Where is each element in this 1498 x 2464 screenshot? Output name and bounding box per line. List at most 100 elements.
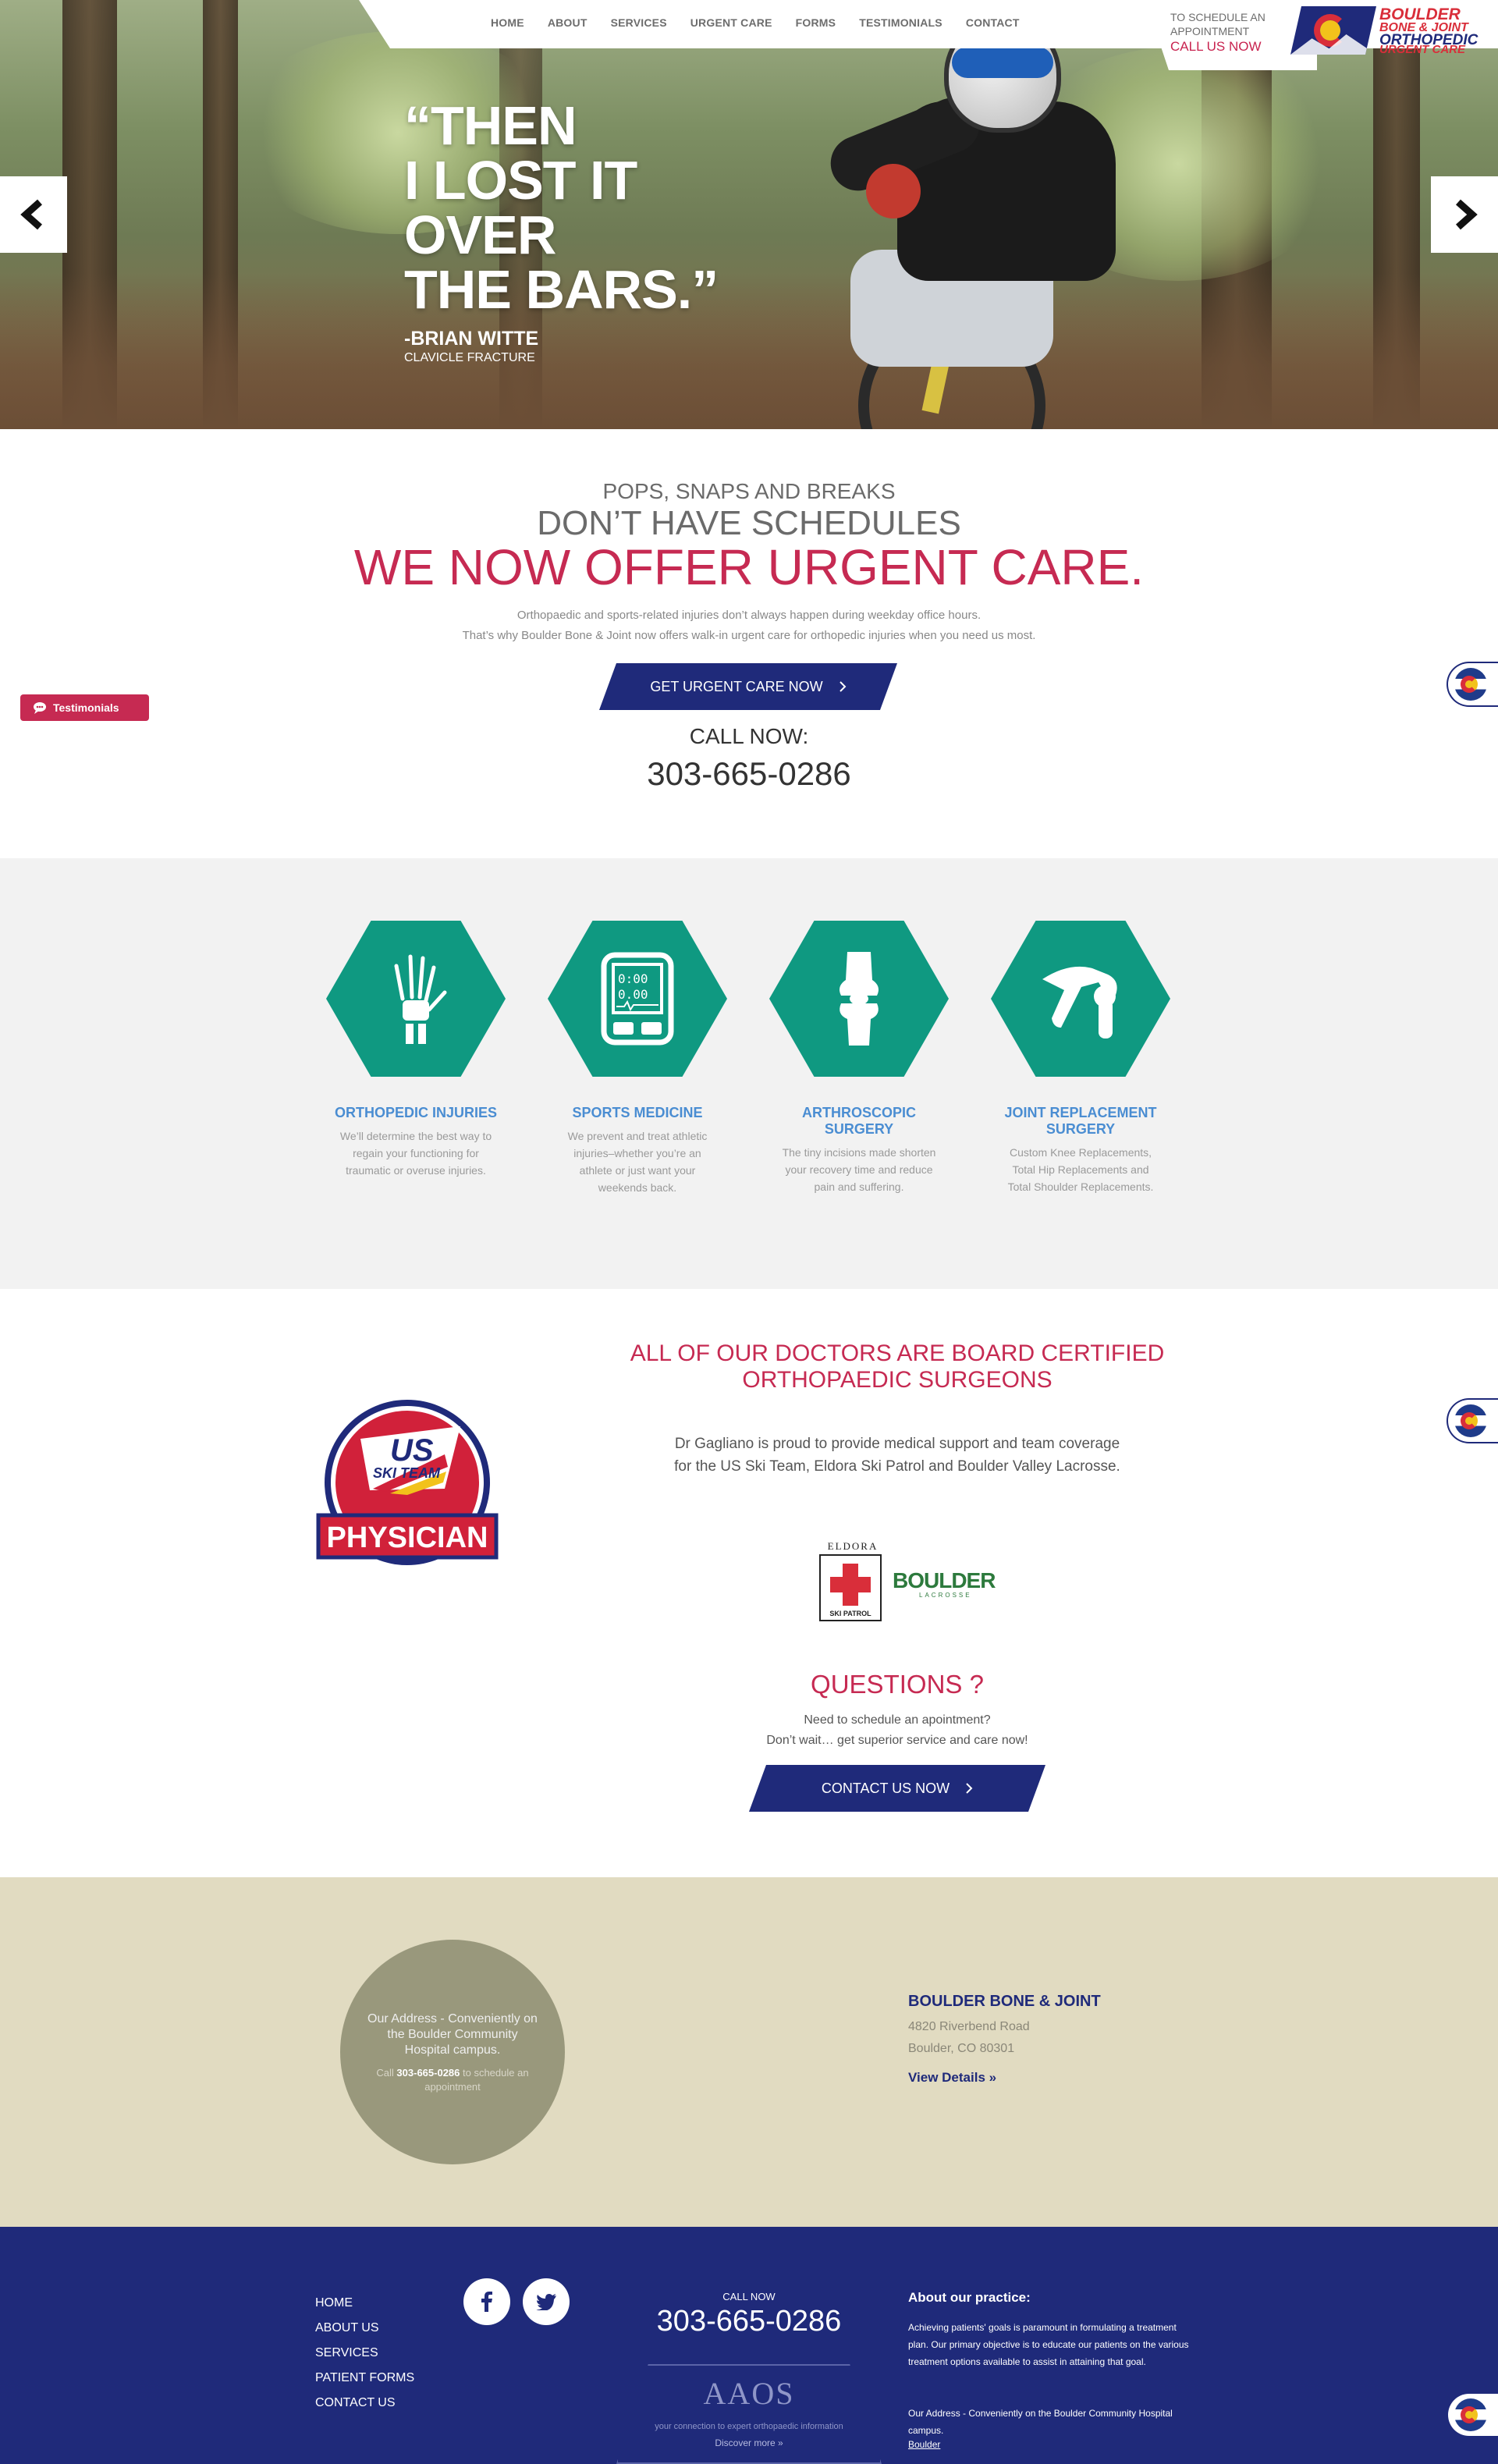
- nav-item-home[interactable]: HOME: [479, 16, 536, 29]
- service-title[interactable]: JOINT REPLACEMENT SURGERY: [991, 1105, 1170, 1138]
- phone-number[interactable]: 303-665-0286: [0, 755, 1498, 793]
- service-hexagon[interactable]: [769, 921, 949, 1077]
- footer-link-contact[interactable]: CONTACT US: [315, 2391, 414, 2416]
- service-title[interactable]: ORTHOPEDIC INJURIES: [326, 1105, 506, 1121]
- about-practice-title: About our practice:: [908, 2290, 1031, 2305]
- site-logo[interactable]: BOULDER BONE & JOINT ORTHOPEDIC URGENT C…: [1290, 6, 1490, 55]
- service-card-joint-replacement: JOINT REPLACEMENT SURGERY Custom Knee Re…: [991, 921, 1170, 1195]
- hero-quote: “THEN I LOST IT OVER THE BARS.”: [404, 98, 719, 320]
- twitter-button[interactable]: [523, 2278, 570, 2325]
- about-practice-text: Achieving patients' goals is paramount i…: [908, 2322, 1189, 2367]
- questions-line: Don’t wait… get superior service and car…: [766, 1734, 1028, 1747]
- button-label: CONTACT US NOW: [821, 1780, 950, 1796]
- quote-injury: CLAVICLE FRACTURE: [404, 351, 535, 364]
- doctors-title: ALL OF OUR DOCTORS ARE BOARD CERTIFIED O…: [585, 1340, 1209, 1394]
- facebook-button[interactable]: [463, 2278, 510, 2325]
- service-hexagon[interactable]: 0:00 0.00: [548, 921, 727, 1077]
- quote-line: OVER: [404, 204, 556, 265]
- forest-ground: [0, 273, 1498, 429]
- call-now-label: CALL NOW:: [689, 724, 809, 748]
- lacrosse-label: LACROSSE: [919, 1592, 972, 1599]
- questions-line: Need to schedule an apointment?: [804, 1713, 991, 1727]
- footer-address-note: Our Address - Conveniently on the Boulde…: [908, 2408, 1173, 2436]
- badge-us-text: US: [390, 1433, 434, 1468]
- colorado-side-badge[interactable]: [1447, 1398, 1498, 1443]
- aaos-tagline: your connection to expert orthopaedic in…: [655, 2422, 843, 2431]
- footer-link-services[interactable]: SERVICES: [315, 2341, 414, 2366]
- urgent-care-title: WE NOW OFFER URGENT CARE.: [353, 539, 1145, 595]
- location-section: [0, 1877, 1498, 2227]
- colorado-side-badge[interactable]: [1447, 662, 1498, 707]
- circle-phone[interactable]: 303-665-0286: [396, 2067, 460, 2079]
- aaos-logo[interactable]: AAOS: [616, 2375, 882, 2412]
- colorado-side-badge[interactable]: [1447, 2392, 1498, 2437]
- logo-sun: [1320, 20, 1340, 41]
- ski-patrol-label: SKI PATROL: [829, 1610, 871, 1617]
- hand-bones-icon: [394, 954, 447, 1044]
- testimonials-tab[interactable]: Testimonials: [20, 694, 149, 721]
- quote-line: THE BARS.”: [404, 259, 719, 320]
- quote-line: I LOST IT: [404, 150, 637, 211]
- facebook-icon: [481, 2292, 492, 2312]
- main-nav: HOME ABOUT SERVICES URGENT CARE FORMS TE…: [479, 0, 1031, 45]
- footer-call-label: CALL NOW: [722, 2291, 776, 2302]
- badge-ski-team-text: SKI TEAM: [373, 1465, 441, 1481]
- business-address-line: Boulder, CO 80301: [908, 2042, 1015, 2055]
- boulder-lacrosse-logo: BOULDER: [893, 1568, 996, 1592]
- description-line: That’s why Boulder Bone & Joint now offe…: [462, 629, 1036, 642]
- service-title[interactable]: SPORTS MEDICINE: [548, 1105, 727, 1121]
- schedule-label: TO SCHEDULE AN: [1170, 11, 1265, 23]
- address-map-circle: Our Address - Conveniently on the Boulde…: [340, 1940, 565, 2164]
- eldora-label: ELDORA: [827, 1540, 879, 1552]
- footer-link-about[interactable]: ABOUT US: [315, 2316, 414, 2341]
- urgent-care-subtitle: DON’T HAVE SCHEDULES: [537, 504, 961, 542]
- twitter-icon: [536, 2294, 556, 2310]
- service-hexagon[interactable]: [991, 921, 1170, 1077]
- questions-title: QUESTIONS ?: [811, 1670, 984, 1699]
- urgent-care-description: Orthopaedic and sports-related injuries …: [0, 605, 1498, 646]
- aaos-discover-link[interactable]: Discover more »: [616, 2437, 882, 2448]
- eldora-ski-patrol-logo: ELDORA SKI PATROL: [819, 1540, 886, 1623]
- questions-description: Need to schedule an apointment? Don’t wa…: [671, 1710, 1124, 1751]
- business-name: BOULDER BONE & JOINT: [908, 1993, 1101, 2010]
- footer-boulder-link[interactable]: Boulder: [908, 2439, 940, 2450]
- chevron-right-icon: [965, 1783, 973, 1794]
- chevron-right-icon: [1456, 199, 1478, 230]
- nav-item-forms[interactable]: FORMS: [784, 16, 848, 29]
- nav-item-urgent-care[interactable]: URGENT CARE: [679, 16, 784, 29]
- testimonials-tab-label: Testimonials: [53, 701, 119, 714]
- svg-text:0.00: 0.00: [618, 987, 648, 1002]
- colorado-flag-icon: [1454, 668, 1487, 701]
- view-details-link[interactable]: View Details »: [908, 2070, 996, 2086]
- description-line: Orthopaedic and sports-related injuries …: [516, 609, 982, 622]
- contact-us-button[interactable]: CONTACT US NOW: [749, 1765, 1045, 1812]
- get-urgent-care-button[interactable]: GET URGENT CARE NOW: [599, 663, 897, 710]
- call-us-now-link[interactable]: CALL US NOW: [1170, 39, 1262, 55]
- service-card-sports-medicine: 0:00 0.00 SPORTS MEDICINE We prevent and…: [548, 921, 727, 1196]
- service-card-orthopedic: ORTHOPEDIC INJURIES We’ll determine the …: [326, 921, 506, 1179]
- service-description: Custom Knee Replacements, Total Hip Repl…: [1007, 1146, 1154, 1193]
- footer-phone[interactable]: 303-665-0286: [632, 2305, 866, 2338]
- chat-bubble-icon: [34, 702, 46, 714]
- colorado-logo-icon: [1290, 6, 1376, 55]
- footer-link-patient-forms[interactable]: PATIENT FORMS: [315, 2366, 414, 2391]
- logo-text: BOULDER: [1379, 5, 1461, 23]
- nav-item-about[interactable]: ABOUT: [536, 16, 599, 29]
- us-ski-team-physician-badge: US SKI TEAM PHYSICIAN: [316, 1400, 499, 1565]
- service-card-arthroscopic: ARTHROSCOPIC SURGERY The tiny incisions …: [769, 921, 949, 1195]
- schedule-label: APPOINTMENT: [1170, 25, 1250, 37]
- footer-link-home[interactable]: HOME: [315, 2291, 414, 2316]
- slider-prev-button[interactable]: [0, 176, 67, 253]
- services-section: [0, 858, 1498, 1289]
- colorado-flag-icon: [1454, 1404, 1487, 1437]
- nav-item-contact[interactable]: CONTACT: [954, 16, 1031, 29]
- doctors-description: Dr Gagliano is proud to provide medical …: [674, 1436, 1120, 1475]
- service-title[interactable]: ARTHROSCOPIC SURGERY: [769, 1105, 949, 1138]
- service-hexagon[interactable]: [326, 921, 506, 1077]
- cross-bar: [830, 1577, 871, 1592]
- nav-item-testimonials[interactable]: TESTIMONIALS: [847, 16, 954, 29]
- call-prefix: Call: [376, 2067, 397, 2079]
- slider-next-button[interactable]: [1431, 176, 1498, 253]
- nav-item-services[interactable]: SERVICES: [599, 16, 679, 29]
- footer-links: HOME ABOUT US SERVICES PATIENT FORMS CON…: [315, 2291, 414, 2416]
